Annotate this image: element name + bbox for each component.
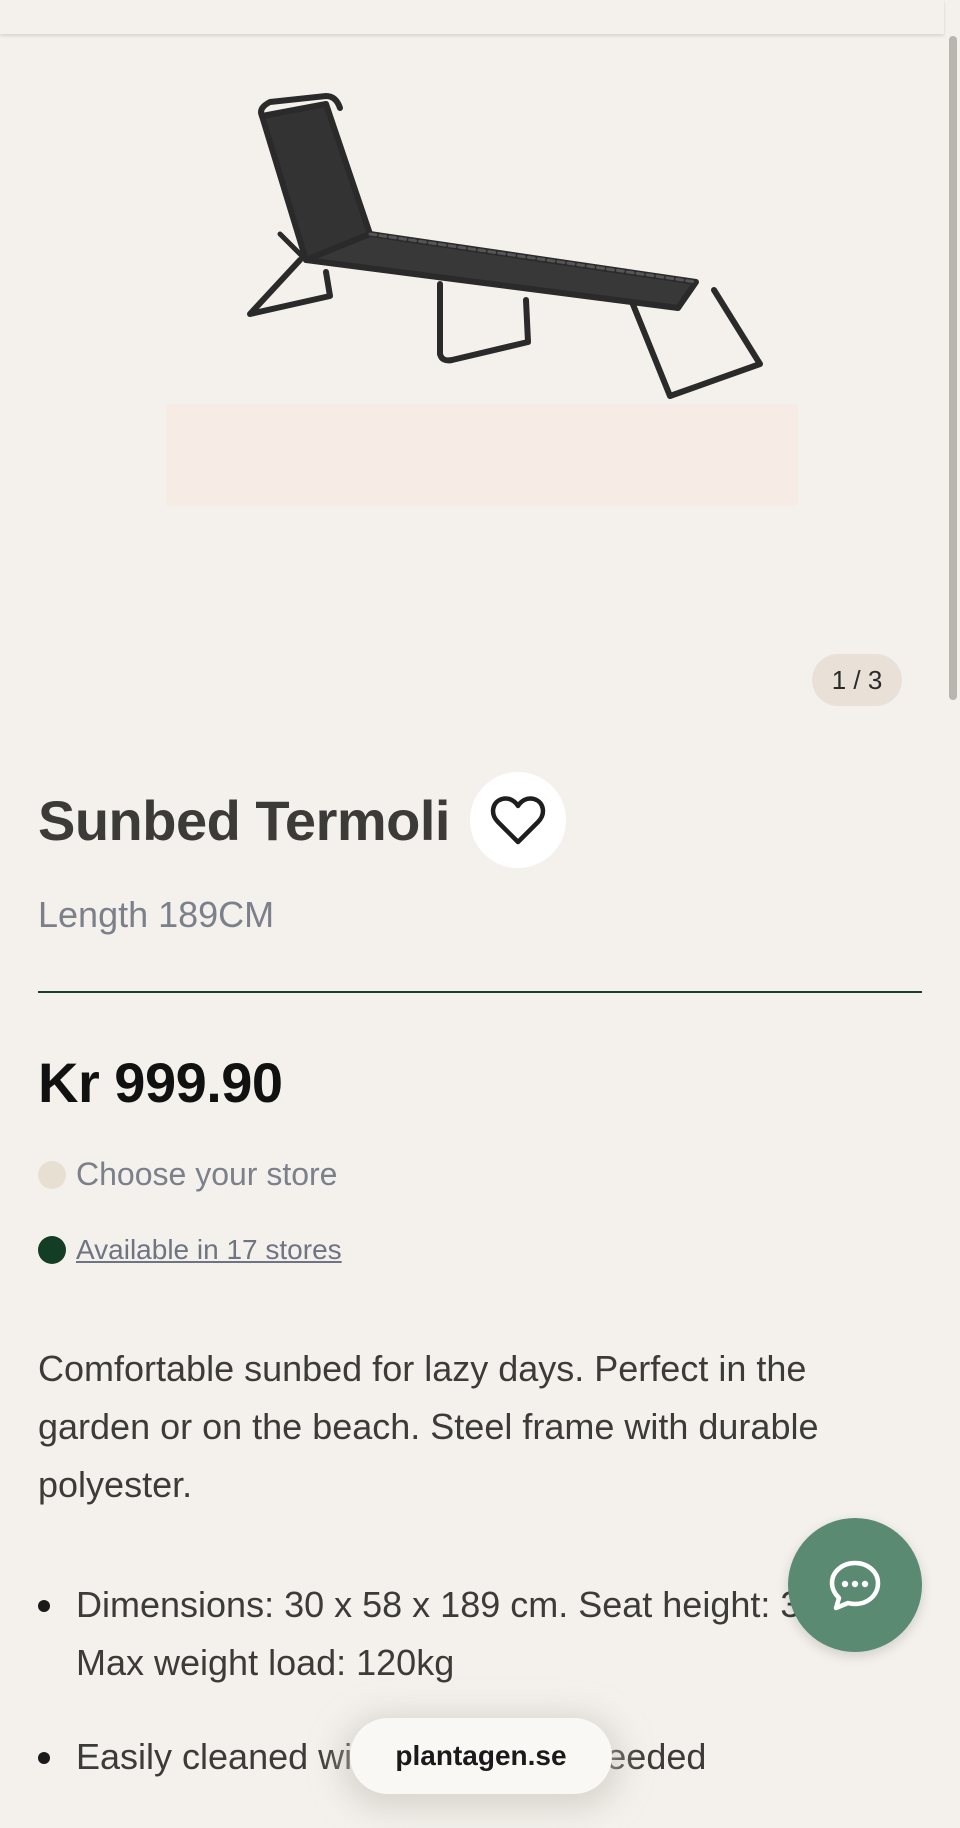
image-counter: 1 / 3 — [812, 654, 902, 706]
chat-bubble-icon — [829, 1560, 881, 1611]
feature-text: Dimensions: 30 x 58 x 189 cm. Seat heigh… — [76, 1584, 821, 1625]
divider — [38, 991, 922, 993]
image-gallery[interactable]: 1 / 3 — [0, 34, 944, 724]
sunbed-image — [247, 93, 763, 399]
choose-store-row[interactable]: Choose your store — [38, 1156, 337, 1193]
availability-row[interactable]: Available in 17 stores — [38, 1234, 342, 1266]
url-bar[interactable]: plantagen.se — [350, 1718, 612, 1794]
availability-link[interactable]: Available in 17 stores — [76, 1234, 342, 1266]
product-title: Sunbed Termoli — [38, 788, 451, 852]
store-status-dot — [38, 1160, 66, 1189]
title-row: Sunbed Termoli — [38, 772, 566, 868]
top-bar — [0, 0, 944, 34]
list-item: Dimensions: 30 x 58 x 189 cm. Seat heigh… — [38, 1576, 918, 1692]
product-description: Comfortable sunbed for lazy days. Perfec… — [38, 1348, 819, 1505]
availability-dot — [38, 1236, 66, 1264]
chat-button[interactable] — [788, 1518, 922, 1652]
product-subtitle: Length 189CM — [38, 894, 275, 935]
product-price: Kr 999.90 — [38, 1051, 283, 1114]
heart-icon — [490, 796, 546, 845]
choose-store-label[interactable]: Choose your store — [76, 1156, 337, 1193]
feature-text: Max weight load: 120kg — [76, 1642, 455, 1683]
favorite-button[interactable] — [470, 772, 566, 868]
scrollbar[interactable] — [949, 36, 957, 700]
